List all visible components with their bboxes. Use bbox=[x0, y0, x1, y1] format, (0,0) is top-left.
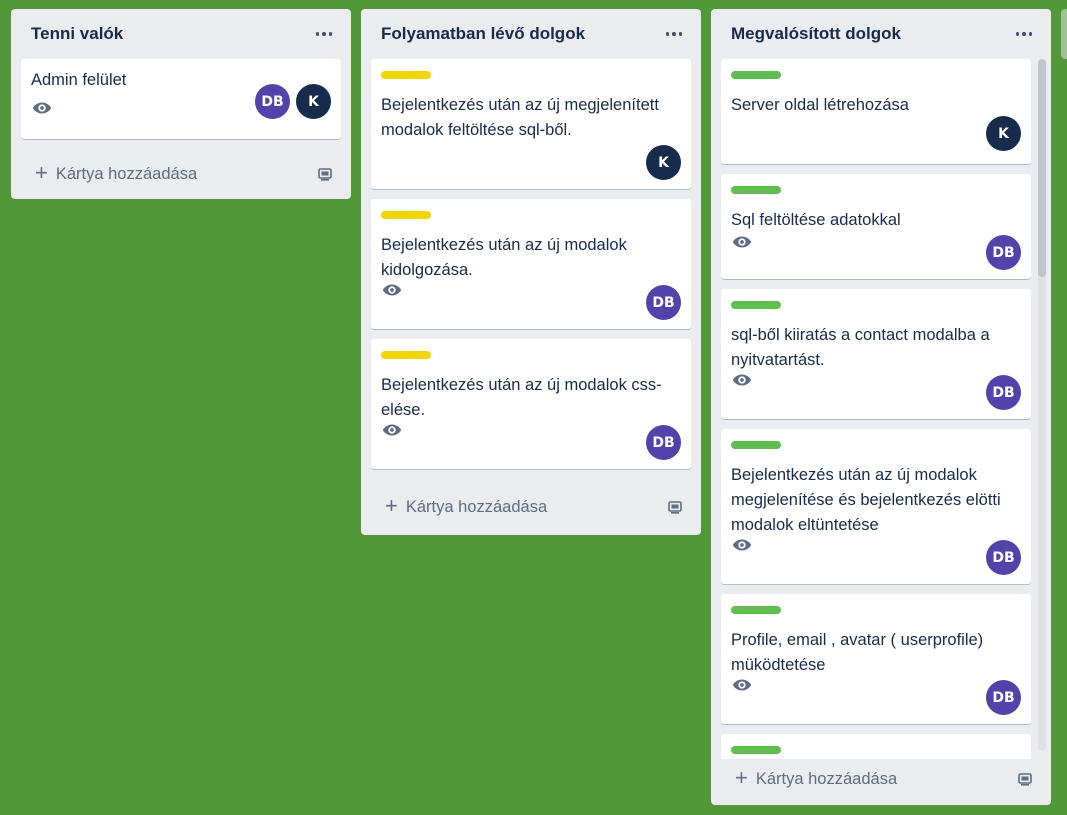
card-label bbox=[731, 606, 781, 614]
card-title: Bejelentkezés után az új modalok megjele… bbox=[731, 466, 1001, 534]
plus-icon: + bbox=[385, 493, 398, 518]
avatar[interactable]: DB bbox=[646, 425, 681, 460]
card-title: Bejelentkezés után az új megjelenített m… bbox=[381, 96, 659, 139]
avatar[interactable]: DB bbox=[255, 84, 290, 119]
add-card-button[interactable]: + Kártya hozzáadása bbox=[361, 479, 701, 535]
card-label bbox=[381, 211, 431, 219]
card-members: K bbox=[646, 145, 681, 180]
card-badges: DB bbox=[381, 419, 681, 460]
card-badges: DB bbox=[381, 279, 681, 320]
list-title[interactable]: Folyamatban lévő dolgok bbox=[381, 24, 585, 44]
avatar[interactable]: DB bbox=[986, 540, 1021, 575]
card-members: K bbox=[986, 116, 1021, 151]
list-menu-icon[interactable] bbox=[1011, 21, 1037, 47]
card-title: sql-ből kiiratás a contact modalba a nyi… bbox=[731, 326, 990, 369]
card[interactable]: Server oldal létrehozása K bbox=[721, 59, 1031, 164]
card-badges: DB bbox=[731, 369, 1021, 410]
card-members: DB K bbox=[255, 84, 331, 119]
avatar[interactable]: K bbox=[296, 84, 331, 119]
card-members: DB bbox=[986, 235, 1021, 270]
eye-icon bbox=[732, 539, 752, 551]
card[interactable]: Bejelentkezés után az új modalok megjele… bbox=[721, 429, 1031, 584]
card[interactable]: sql-ből kiiratás a contact modalba a nyi… bbox=[721, 289, 1031, 419]
card[interactable]: Profile, email , avatar ( userprofile) m… bbox=[721, 594, 1031, 724]
list-done: Megvalósított dolgok Server oldal létreh… bbox=[711, 9, 1051, 805]
template-icon[interactable] bbox=[1017, 771, 1033, 787]
card-label bbox=[731, 746, 781, 754]
avatar[interactable]: DB bbox=[646, 285, 681, 320]
card[interactable]: Admin felület DB K bbox=[21, 59, 341, 139]
card[interactable]: Bejelentkezés után az új modalok css-elé… bbox=[371, 339, 691, 469]
eye-icon bbox=[382, 284, 402, 296]
card-badges: DB bbox=[731, 534, 1021, 575]
list-menu-icon[interactable] bbox=[661, 21, 687, 47]
list-header: Tenni valók bbox=[11, 9, 351, 59]
card-members: DB bbox=[986, 375, 1021, 410]
card-members: DB bbox=[986, 680, 1021, 715]
next-list-edge bbox=[1061, 9, 1067, 59]
card-container: Bejelentkezés után az új megjelenített m… bbox=[361, 59, 701, 469]
avatar[interactable]: K bbox=[646, 145, 681, 180]
card-members: DB bbox=[986, 540, 1021, 575]
avatar[interactable]: DB bbox=[986, 680, 1021, 715]
card-scroll-area[interactable]: Server oldal létrehozása K Sql feltöltés… bbox=[711, 59, 1051, 759]
add-card-label: Kártya hozzáadása bbox=[55, 164, 198, 183]
card[interactable] bbox=[721, 734, 1031, 759]
card[interactable]: Bejelentkezés után az új modalok kidolgo… bbox=[371, 199, 691, 329]
card-label bbox=[731, 301, 781, 309]
eye-icon bbox=[732, 236, 752, 248]
add-card-button[interactable]: + Kártya hozzáadása bbox=[711, 759, 1051, 799]
scrollbar-thumb[interactable] bbox=[1038, 59, 1046, 277]
eye-icon bbox=[382, 424, 402, 436]
card-title: Bejelentkezés után az új modalok css-elé… bbox=[381, 376, 662, 419]
card-title: Bejelentkezés után az új modalok kidolgo… bbox=[381, 236, 627, 279]
list-todo: Tenni valók Admin felület DB K + Kártya … bbox=[11, 9, 351, 199]
card-title: Sql feltöltése adatokkal bbox=[731, 211, 901, 229]
avatar[interactable]: K bbox=[986, 116, 1021, 151]
eye-icon bbox=[732, 679, 752, 691]
avatar[interactable]: DB bbox=[986, 375, 1021, 410]
eye-icon bbox=[32, 102, 52, 114]
add-card-label: Kártya hozzáadása bbox=[405, 497, 548, 516]
card-members: DB bbox=[646, 425, 681, 460]
plus-icon: + bbox=[35, 160, 48, 185]
card-label bbox=[381, 351, 431, 359]
add-card-button[interactable]: + Kártya hozzáadása bbox=[11, 149, 351, 199]
list-menu-icon[interactable] bbox=[311, 21, 337, 47]
add-card-label: Kártya hozzáadása bbox=[755, 769, 898, 788]
card-container: Admin felület DB K bbox=[11, 59, 351, 139]
list-header: Megvalósított dolgok bbox=[711, 9, 1051, 59]
plus-icon: + bbox=[735, 765, 748, 790]
card-title: Profile, email , avatar ( userprofile) m… bbox=[731, 631, 984, 674]
eye-icon bbox=[732, 374, 752, 386]
card-badges: DB bbox=[731, 674, 1021, 715]
template-icon[interactable] bbox=[667, 499, 683, 515]
card-badges: K bbox=[731, 116, 1021, 151]
card[interactable]: Bejelentkezés után az új megjelenített m… bbox=[371, 59, 691, 189]
list-header: Folyamatban lévő dolgok bbox=[361, 9, 701, 59]
card-label bbox=[731, 441, 781, 449]
card[interactable]: Sql feltöltése adatokkal DB bbox=[721, 174, 1031, 279]
list-in-progress: Folyamatban lévő dolgok Bejelentkezés ut… bbox=[361, 9, 701, 535]
card-badges: K bbox=[381, 145, 681, 180]
card-title: Server oldal létrehozása bbox=[731, 96, 909, 114]
card-label bbox=[731, 186, 781, 194]
card-label bbox=[381, 71, 431, 79]
card-label bbox=[731, 71, 781, 79]
template-icon[interactable] bbox=[317, 166, 333, 182]
card-container: Server oldal létrehozása K Sql feltöltés… bbox=[711, 59, 1051, 759]
list-title[interactable]: Megvalósított dolgok bbox=[731, 24, 901, 44]
avatar[interactable]: DB bbox=[986, 235, 1021, 270]
scrollbar[interactable] bbox=[1038, 59, 1046, 751]
card-badges: DB bbox=[731, 231, 1021, 270]
card-members: DB bbox=[646, 285, 681, 320]
list-title[interactable]: Tenni valók bbox=[31, 24, 123, 44]
